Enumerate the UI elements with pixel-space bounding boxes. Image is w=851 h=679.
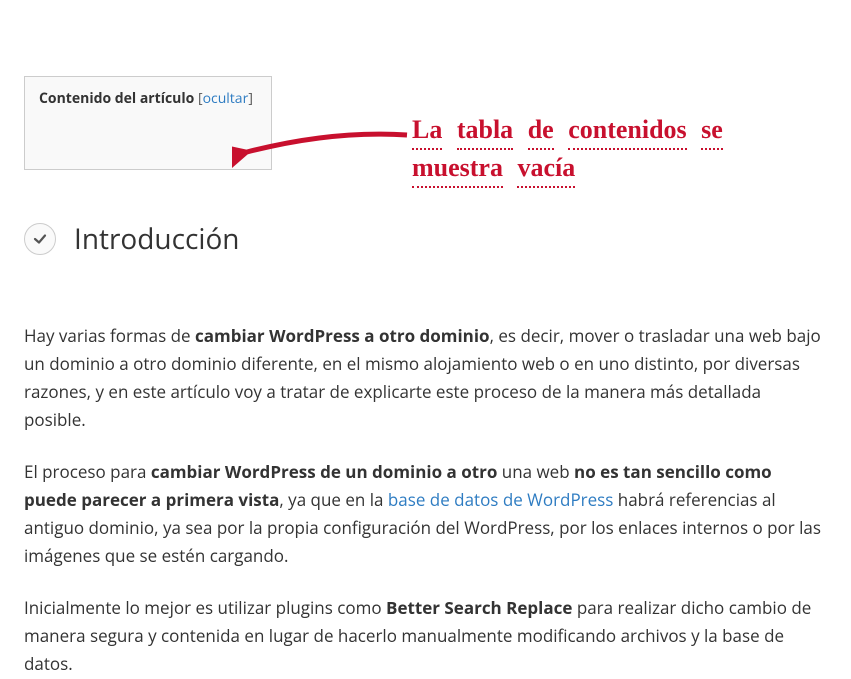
text: Inicialmente lo mejor es utilizar plugin… <box>24 596 386 619</box>
paragraph-1: Hay varias formas de cambiar WordPress a… <box>24 322 827 434</box>
bold-text: cambiar WordPress a otro dominio <box>195 324 490 347</box>
bold-text: cambiar WordPress de un dominio a otro <box>151 460 498 483</box>
section-heading-row: Introducción <box>24 220 827 258</box>
paragraph-2: El proceso para cambiar WordPress de un … <box>24 458 827 570</box>
text: , ya que en la <box>279 488 388 511</box>
section-heading: Introducción <box>74 220 239 258</box>
annotation-text: La tabla de contenidos se muestra vacía <box>412 112 723 188</box>
bold-text: Better Search Replace <box>386 596 572 619</box>
text: una web <box>497 460 574 483</box>
text: Hay varias formas de <box>24 324 195 347</box>
toc-toggle-link[interactable]: ocultar <box>203 89 249 108</box>
link-base-de-datos[interactable]: base de datos de WordPress <box>388 488 613 511</box>
toc-bracket-close: ] <box>248 89 253 108</box>
annotation-word: de <box>528 112 554 150</box>
text: El proceso para <box>24 460 151 483</box>
annotation-word: contenidos <box>568 112 686 150</box>
paragraph-3: Inicialmente lo mejor es utilizar plugin… <box>24 594 827 678</box>
check-icon <box>24 223 56 255</box>
annotation-word: vacía <box>517 150 575 188</box>
annotation-callout: La tabla de contenidos se muestra vacía <box>232 112 723 188</box>
annotation-word: La <box>412 112 442 150</box>
annotation-word: se <box>701 112 723 150</box>
annotation-word: muestra <box>412 150 503 188</box>
annotation-word: tabla <box>457 112 513 150</box>
toc-title: Contenido del artículo <box>39 89 194 108</box>
annotation-arrow <box>232 120 412 180</box>
